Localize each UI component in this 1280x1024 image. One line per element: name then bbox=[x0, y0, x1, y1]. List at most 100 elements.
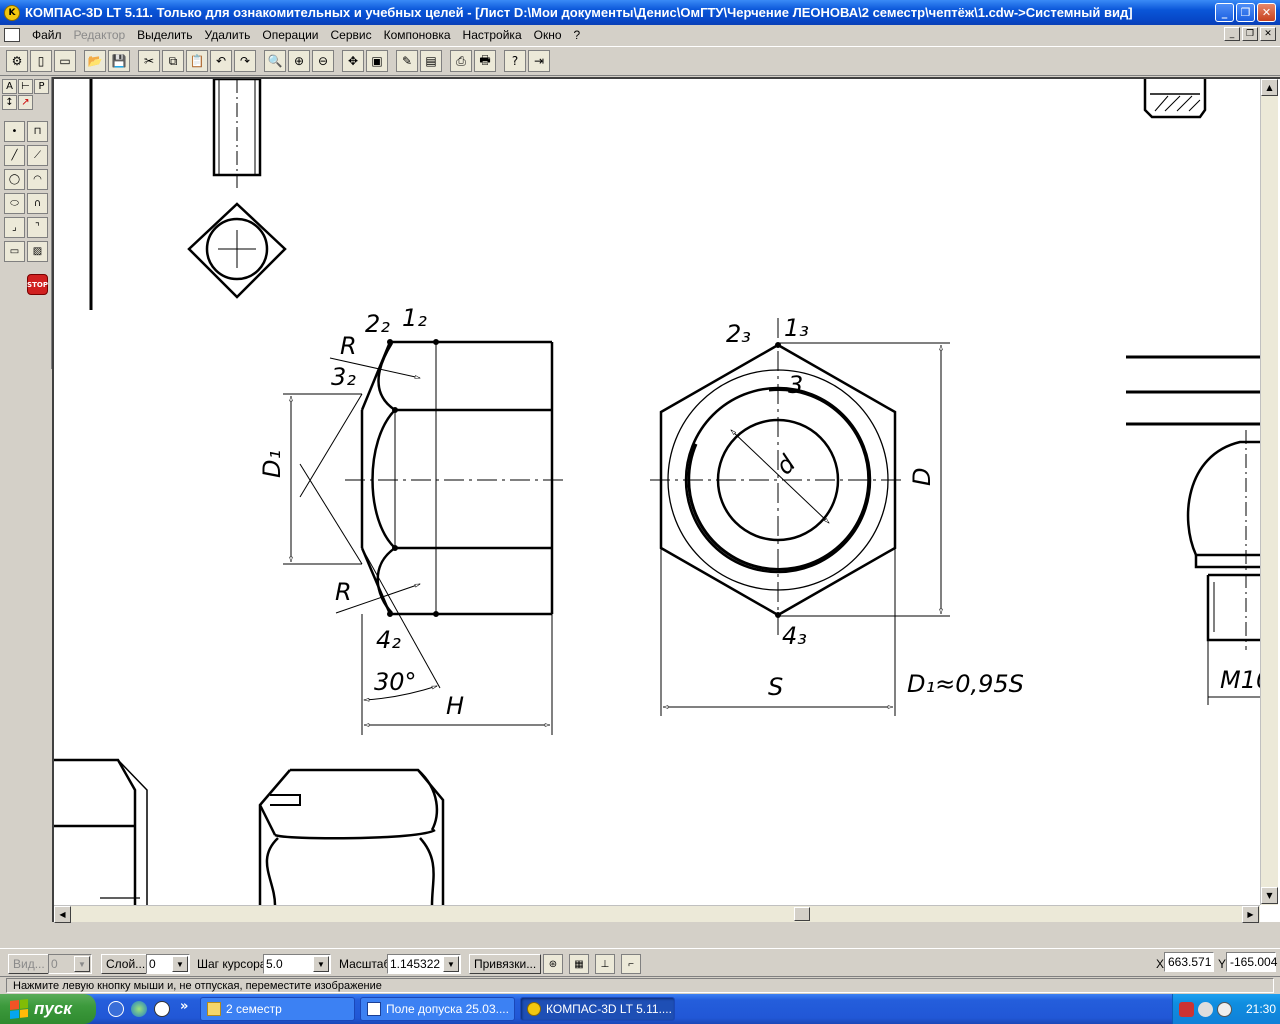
scroll-right-icon[interactable]: ▶ bbox=[1242, 906, 1259, 923]
menu-settings[interactable]: Настройка bbox=[457, 28, 528, 42]
grid-icon[interactable]: ▦ bbox=[569, 954, 589, 974]
browser-icon[interactable] bbox=[131, 1001, 147, 1017]
auxiliary-line-icon[interactable]: ⊓ bbox=[27, 121, 48, 142]
label-H: H bbox=[446, 692, 464, 720]
volume-icon[interactable] bbox=[1198, 1001, 1213, 1017]
network-icon[interactable] bbox=[1179, 1001, 1194, 1017]
folder-icon bbox=[207, 1002, 221, 1016]
quicklaunch-more-icon[interactable]: » bbox=[180, 999, 188, 1014]
zoom-in-icon[interactable]: ⊕ bbox=[288, 50, 310, 72]
doc-close-button[interactable]: ✕ bbox=[1260, 27, 1276, 41]
gear-icon[interactable]: ⚙ bbox=[6, 50, 28, 72]
cursor-step-select[interactable]: 5.0 ▼ bbox=[263, 954, 331, 974]
layer-value: 0 bbox=[149, 957, 156, 971]
layer-button[interactable]: Слой... bbox=[101, 954, 151, 974]
horizontal-scrollbar[interactable]: ◀ ▶ bbox=[54, 905, 1260, 923]
menu-operations[interactable]: Операции bbox=[256, 28, 324, 42]
task-folder[interactable]: 2 семестр bbox=[200, 997, 355, 1021]
point-icon[interactable]: • bbox=[4, 121, 25, 142]
menu-layout[interactable]: Компоновка bbox=[378, 28, 457, 42]
undo-icon[interactable]: ↶ bbox=[210, 50, 232, 72]
text-tool-icon[interactable]: A bbox=[2, 79, 17, 94]
doc-minimize-button[interactable]: _ bbox=[1224, 27, 1240, 41]
chevron-down-icon[interactable]: ▼ bbox=[443, 956, 459, 972]
vertical-scrollbar[interactable]: ▲ ▼ bbox=[1260, 79, 1278, 905]
x-coord-field[interactable]: 663.571 bbox=[1164, 952, 1214, 972]
zoom-fit-icon[interactable]: ▣ bbox=[366, 50, 388, 72]
help-pointer-icon[interactable]: ? bbox=[504, 50, 526, 72]
new-sheet-icon[interactable]: ▯ bbox=[30, 50, 52, 72]
pencil-icon[interactable]: ✎ bbox=[396, 50, 418, 72]
zoom-window-icon[interactable]: 🔍 bbox=[264, 50, 286, 72]
dimension-tool-icon[interactable]: ⊢ bbox=[18, 79, 33, 94]
stop-icon[interactable]: STOP bbox=[27, 274, 48, 295]
fillet-icon[interactable]: ⌝ bbox=[27, 217, 48, 238]
menu-help[interactable]: ? bbox=[568, 28, 587, 42]
rectangle-icon[interactable]: ▭ bbox=[4, 241, 25, 262]
library-icon[interactable]: ▤ bbox=[420, 50, 442, 72]
local-cs-icon[interactable]: ⊥ bbox=[595, 954, 615, 974]
menu-file[interactable]: Файл bbox=[26, 28, 68, 42]
y-coord-field[interactable]: -165.004 bbox=[1226, 952, 1277, 972]
arc-icon[interactable]: ◠ bbox=[27, 169, 48, 190]
task-word[interactable]: Поле допуска 25.03.... bbox=[360, 997, 515, 1021]
ellipse-icon[interactable]: ⬭ bbox=[4, 193, 25, 214]
kompas-app-icon[interactable]: K bbox=[4, 4, 20, 21]
scroll-thumb[interactable] bbox=[794, 907, 810, 921]
redo-icon[interactable]: ↷ bbox=[234, 50, 256, 72]
ortho-icon[interactable]: ⌐ bbox=[621, 954, 641, 974]
clock[interactable]: 21:30 bbox=[1246, 1002, 1276, 1016]
document-icon[interactable] bbox=[4, 28, 20, 42]
copy-icon[interactable]: ⧉ bbox=[162, 50, 184, 72]
paste-icon[interactable]: 📋 bbox=[186, 50, 208, 72]
exit-icon[interactable]: ⇥ bbox=[528, 50, 550, 72]
bezier-icon[interactable]: ∩ bbox=[27, 193, 48, 214]
chevron-down-icon[interactable]: ▼ bbox=[313, 956, 329, 972]
snaps-button[interactable]: Привязки... bbox=[469, 954, 542, 974]
pan-icon[interactable]: ✥ bbox=[342, 50, 364, 72]
label-D1: D₁ bbox=[258, 450, 286, 478]
label-R-top: R bbox=[340, 332, 357, 360]
quicklaunch-app-icon[interactable] bbox=[108, 1001, 124, 1017]
system-tray: 21:30 bbox=[1172, 994, 1280, 1024]
print-preview-icon[interactable]: ⎙ bbox=[450, 50, 472, 72]
segment-icon[interactable]: ╱ bbox=[4, 145, 25, 166]
snap-settings-icon[interactable]: ⊛ bbox=[543, 954, 563, 974]
clock-tray-icon[interactable] bbox=[1217, 1001, 1232, 1017]
close-button[interactable]: ✕ bbox=[1257, 3, 1276, 22]
circle-icon[interactable]: ◯ bbox=[4, 169, 25, 190]
param-tool-icon[interactable]: P bbox=[34, 79, 49, 94]
layer-select[interactable]: 0 ▼ bbox=[146, 954, 190, 974]
start-button[interactable]: пуск bbox=[0, 994, 96, 1024]
cad-drawing[interactable]: 2₂ 1₂ R 3₂ D₁ R 4₂ 30° H 2₃ 1₃ 3 d D 4₃ … bbox=[54, 79, 1260, 905]
task-kompas[interactable]: КОМПАС-3D LT 5.11.... bbox=[520, 997, 675, 1021]
save-icon[interactable]: 💾 bbox=[108, 50, 130, 72]
measure-tool-icon[interactable]: ↕ bbox=[2, 95, 17, 110]
doc-restore-button[interactable]: ❐ bbox=[1242, 27, 1258, 41]
menu-delete[interactable]: Удалить bbox=[199, 28, 257, 42]
polyline-icon[interactable]: ⟋ bbox=[27, 145, 48, 166]
print-icon[interactable]: 🖶 bbox=[474, 50, 496, 72]
menu-service[interactable]: Сервис bbox=[325, 28, 378, 42]
minimize-button[interactable]: _ bbox=[1215, 3, 1234, 22]
x-coord-label: X bbox=[1156, 957, 1165, 971]
open-folder-icon[interactable]: 📂 bbox=[84, 50, 106, 72]
hatch-icon[interactable]: ▨ bbox=[27, 241, 48, 262]
scroll-down-icon[interactable]: ▼ bbox=[1261, 887, 1278, 904]
scroll-left-icon[interactable]: ◀ bbox=[54, 906, 71, 923]
restore-button[interactable]: ❐ bbox=[1236, 3, 1255, 22]
panda-icon[interactable] bbox=[154, 1001, 170, 1017]
chamfer-icon[interactable]: ⌟ bbox=[4, 217, 25, 238]
chevron-down-icon[interactable]: ▼ bbox=[172, 956, 188, 972]
cursor-step-label: Шаг курсора bbox=[197, 957, 267, 971]
drawing-canvas[interactable]: 2₂ 1₂ R 3₂ D₁ R 4₂ 30° H 2₃ 1₃ 3 d D 4₃ … bbox=[54, 79, 1260, 905]
scroll-up-icon[interactable]: ▲ bbox=[1261, 79, 1278, 96]
cut-icon[interactable]: ✂ bbox=[138, 50, 160, 72]
menu-select[interactable]: Выделить bbox=[131, 28, 198, 42]
new-fragment-icon[interactable]: ▭ bbox=[54, 50, 76, 72]
geometry-tool-icon[interactable]: ↗ bbox=[18, 95, 33, 110]
scale-select[interactable]: 1.145322 ▼ bbox=[387, 954, 461, 974]
scale-value: 1.145322 bbox=[390, 957, 441, 971]
zoom-out-icon[interactable]: ⊖ bbox=[312, 50, 334, 72]
menu-window[interactable]: Окно bbox=[528, 28, 568, 42]
